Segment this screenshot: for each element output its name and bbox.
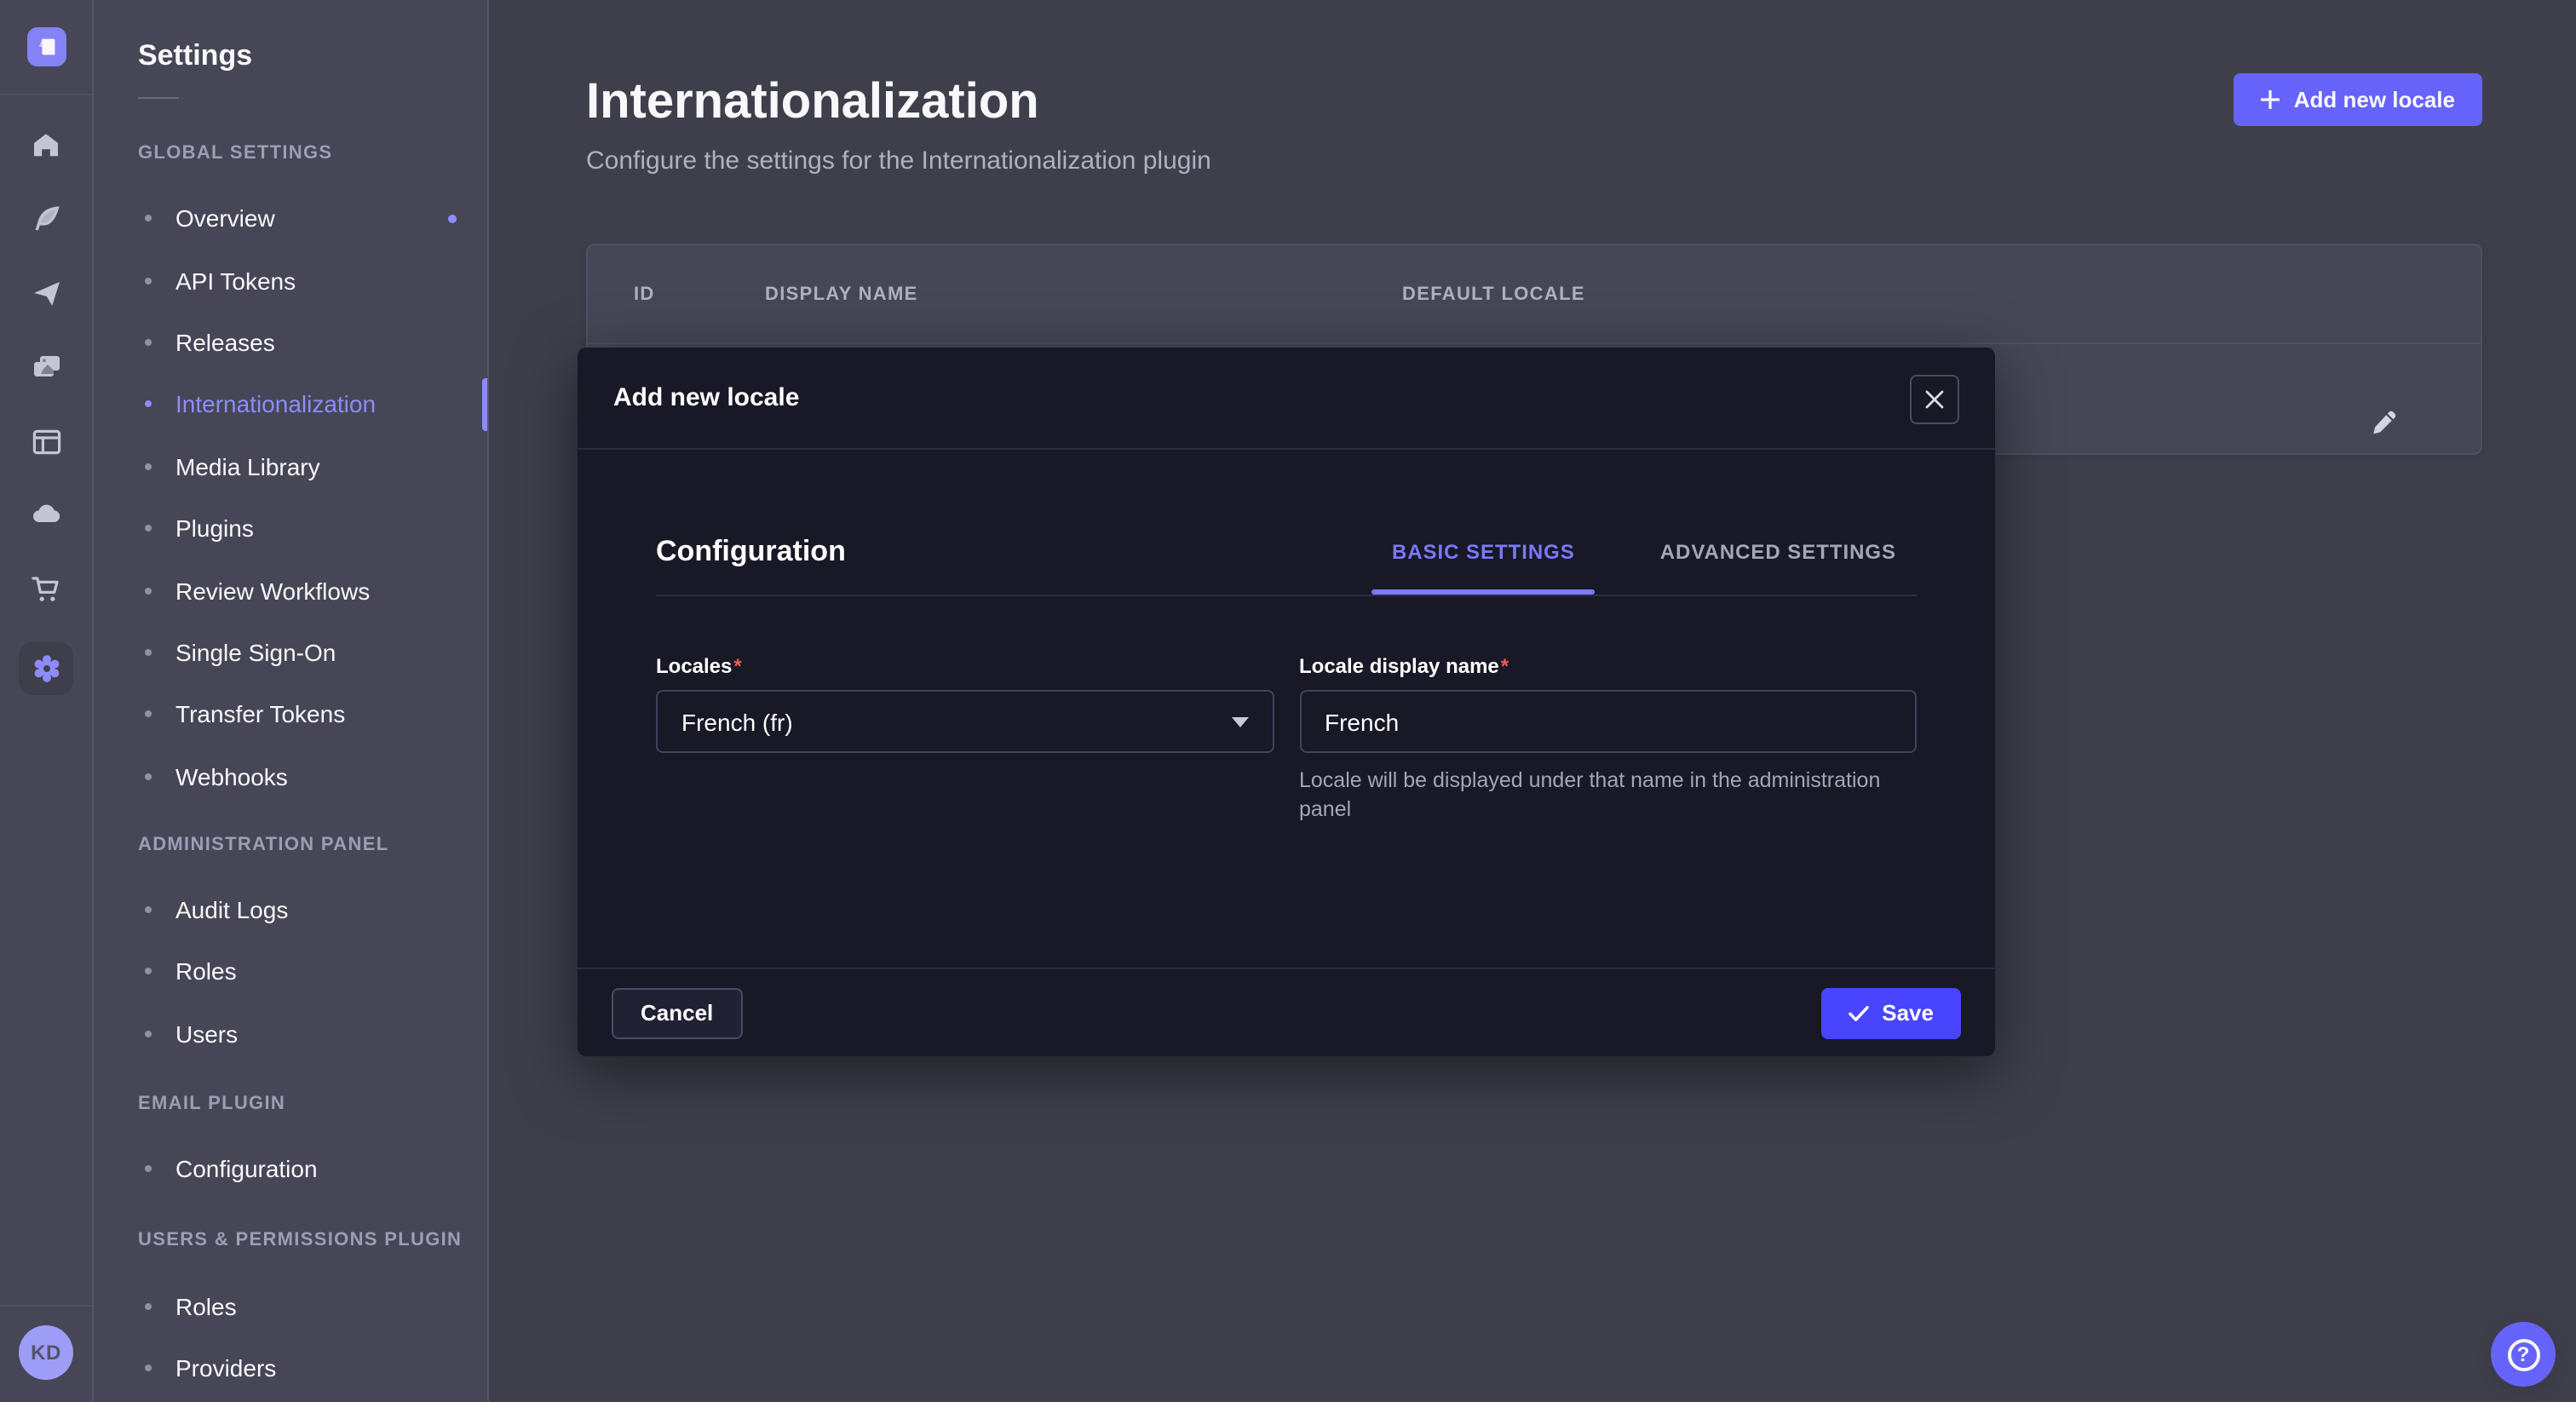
modal-fields-row: Locales* French (fr) Locale display name… [656, 654, 1917, 825]
check-icon [1848, 1004, 1868, 1021]
modal-footer: Cancel Save [578, 968, 1995, 1056]
tabs-divider [656, 595, 1917, 596]
modal-tabs: BASIC SETTINGS ADVANCED SETTINGS [1371, 540, 1917, 564]
display-name-label: Locale display name* [1299, 654, 1917, 678]
locales-select[interactable]: French (fr) [656, 690, 1274, 753]
display-name-field: Locale display name* Locale will be disp… [1299, 654, 1917, 825]
tab-advanced-settings[interactable]: ADVANCED SETTINGS [1640, 540, 1917, 564]
modal-header: Add new locale [578, 348, 1995, 450]
locales-label: Locales* [656, 654, 1274, 678]
display-name-input[interactable] [1299, 690, 1917, 753]
required-asterisk: * [1501, 654, 1509, 678]
app-root: KD Settings GLOBAL SETTINGS Overview API… [0, 0, 2576, 1402]
cancel-button[interactable]: Cancel [612, 987, 742, 1038]
add-new-locale-modal: Add new locale Configuration BASIC SETTI… [578, 348, 1995, 1056]
modal-body: Configuration BASIC SETTINGS ADVANCED SE… [656, 450, 1917, 968]
chevron-down-icon [1231, 716, 1248, 727]
save-button-label: Save [1882, 1000, 1934, 1026]
display-name-hint: Locale will be displayed under that name… [1299, 767, 1899, 825]
modal-title: Add new locale [613, 383, 799, 412]
close-modal-button[interactable] [1910, 375, 1959, 424]
save-button[interactable]: Save [1820, 987, 1961, 1038]
locales-field: Locales* French (fr) [656, 654, 1274, 825]
configuration-heading: Configuration [656, 535, 846, 569]
locales-select-value: French (fr) [681, 708, 1231, 735]
close-icon [1925, 390, 1944, 409]
tab-basic-settings[interactable]: BASIC SETTINGS [1371, 540, 1596, 564]
required-asterisk: * [733, 654, 741, 678]
